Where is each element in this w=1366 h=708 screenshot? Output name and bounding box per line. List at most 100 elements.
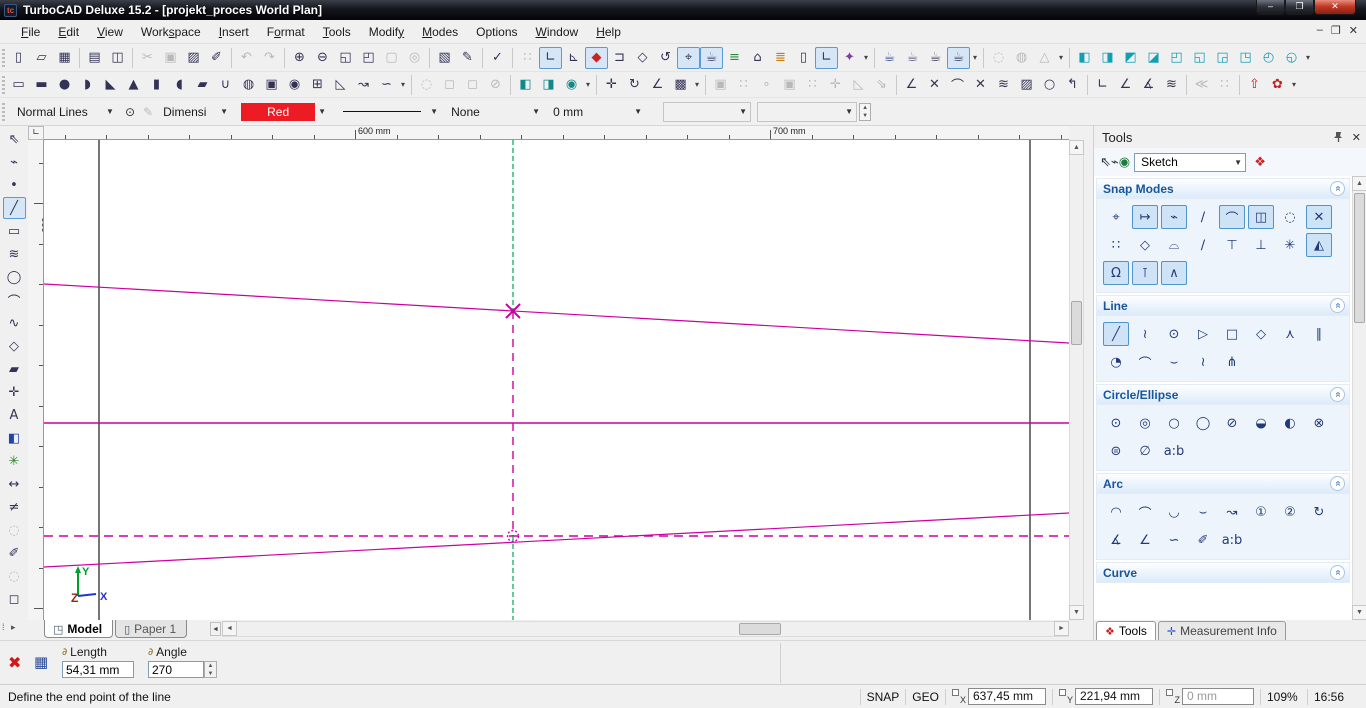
slab-3d-button[interactable]: ▰ xyxy=(191,74,214,96)
spell-check-button[interactable]: ✓ xyxy=(486,47,509,69)
sloped-line-lower[interactable] xyxy=(44,513,1069,567)
arc-tangent-point-button[interactable]: ∡ xyxy=(1103,528,1129,552)
horizontal-scroll-thumb[interactable] xyxy=(739,623,781,635)
arc-curve-button[interactable]: ∽ xyxy=(1161,528,1187,552)
geo-mode-indicator[interactable]: GEO xyxy=(912,690,939,704)
line-pattern-combo[interactable]: ▼ xyxy=(337,102,441,122)
color-combo[interactable]: Red ▼ xyxy=(241,102,329,122)
new-sheet-button[interactable]: ▯ xyxy=(792,47,815,69)
snap-middle-button[interactable]: ∕ xyxy=(1190,205,1216,229)
spiral-3d-button[interactable]: ∽ xyxy=(375,74,398,96)
view-iso-se-button[interactable]: ◴ xyxy=(1257,47,1280,69)
cylinder-3d-button[interactable]: ▮ xyxy=(145,74,168,96)
text-tool-button[interactable]: A xyxy=(3,404,26,426)
box-3d-button[interactable]: ▭ xyxy=(7,74,30,96)
menu-edit[interactable]: Edit xyxy=(49,22,88,42)
snap-center-button[interactable]: ◌ xyxy=(1277,205,1303,229)
world-axes-button[interactable]: ∟ xyxy=(815,47,838,69)
hatch-pattern-button[interactable]: ▩ xyxy=(669,74,692,96)
vertical-scroll-thumb[interactable] xyxy=(1071,301,1082,345)
circle-tangent-2-button[interactable]: ◒ xyxy=(1248,411,1274,435)
collapse-section-button[interactable]: « xyxy=(1330,565,1345,580)
toolbar-overflow-arrow[interactable]: ▾ xyxy=(692,80,702,89)
cylinder-cut-3d-button[interactable]: ◖ xyxy=(168,74,191,96)
scroll-down-arrow[interactable]: ▼ xyxy=(1069,605,1084,620)
arc-1-2-3-button[interactable]: ① xyxy=(1248,500,1274,524)
sloped-line-upper[interactable] xyxy=(44,284,1069,343)
solid-tool-button[interactable]: ▰ xyxy=(3,358,26,380)
materials-button[interactable]: ≣ xyxy=(769,47,792,69)
pin-icon[interactable] xyxy=(1333,131,1344,143)
snap-arc-center-button[interactable]: ⌒ xyxy=(1219,205,1245,229)
close-button[interactable]: ✕ xyxy=(1314,0,1356,15)
toolbar-overflow-arrow[interactable]: ▾ xyxy=(1056,53,1066,62)
arc-fixed-ratio-button[interactable]: a:b xyxy=(1219,528,1245,552)
zoom-extents-button[interactable]: ◰ xyxy=(357,47,380,69)
cylinder-hole-3d-button[interactable]: ◍ xyxy=(237,74,260,96)
multi-offset-button[interactable]: ≋ xyxy=(1160,74,1183,96)
toolbar-grip[interactable] xyxy=(2,103,5,121)
tab-paper-1[interactable]: ▯ Paper 1 xyxy=(115,620,187,638)
scroll-up-arrow[interactable]: ▲ xyxy=(1352,176,1366,191)
restore-button[interactable]: ❐ xyxy=(1285,0,1314,15)
arc-triple-point-button[interactable]: ⌣ xyxy=(1190,500,1216,524)
circle-tangent-line-button[interactable]: ⊘ xyxy=(1219,411,1245,435)
arc-double-point-button[interactable]: ◡ xyxy=(1161,500,1187,524)
chamfer-button[interactable]: ∠ xyxy=(1114,74,1137,96)
menu-format[interactable]: Format xyxy=(258,22,314,42)
snap-quadrant-button[interactable]: ◫ xyxy=(1248,205,1274,229)
toolbar-grip[interactable] xyxy=(2,49,5,67)
menu-help[interactable]: Help xyxy=(587,22,630,42)
snap-nearest-button[interactable]: ↦ xyxy=(1132,205,1158,229)
revolve-3d-button[interactable]: ∪ xyxy=(214,74,237,96)
circle-concentric-button[interactable]: ◎ xyxy=(1132,411,1158,435)
tab-scroll-left-button[interactable]: ◄ xyxy=(210,622,221,636)
tab-model[interactable]: ◳ Model xyxy=(44,620,113,638)
canvas-vertical-scrollbar[interactable]: ▲ ▼ xyxy=(1069,140,1084,620)
facets-button[interactable]: ⌂ xyxy=(746,47,769,69)
ellipse-rotated-button[interactable]: ∅ xyxy=(1132,439,1158,463)
print-button[interactable]: ▤ xyxy=(83,47,106,69)
zoom-in-button[interactable]: ⊕ xyxy=(288,47,311,69)
snap-vertex-button[interactable]: ⌁ xyxy=(1161,205,1187,229)
view-left-button[interactable]: ◩ xyxy=(1119,47,1142,69)
ucs-rotate-button[interactable]: ↻ xyxy=(623,74,646,96)
scroll-right-arrow[interactable]: ► xyxy=(1054,621,1069,636)
arc-convert-button[interactable]: ↻ xyxy=(1306,500,1332,524)
palette-scrollbar[interactable]: ▲ ▼ xyxy=(1352,176,1366,620)
ucs-icon-button[interactable]: ∟ xyxy=(539,47,562,69)
panel-fill-red-icon[interactable]: ❖ xyxy=(1250,155,1270,170)
line-width-combo[interactable]: 0 mm▼ xyxy=(549,102,645,122)
cleanup-tool-button[interactable]: ✐ xyxy=(3,542,26,564)
line-polygon-center-button[interactable]: ⊙ xyxy=(1161,322,1187,346)
rounded-box-3d-button[interactable]: ▬ xyxy=(30,74,53,96)
minimize-button[interactable]: – xyxy=(1256,0,1285,15)
menu-options[interactable]: Options xyxy=(467,22,526,42)
format-painter-button[interactable]: ✐ xyxy=(205,47,228,69)
menu-tools[interactable]: Tools xyxy=(314,22,360,42)
line-tangent-to-circle-button[interactable]: ◔ xyxy=(1103,350,1129,374)
view-right-button[interactable]: ◪ xyxy=(1142,47,1165,69)
symbol-palette-button[interactable]: ⊐ xyxy=(608,47,631,69)
curve-tool-button[interactable]: ∿ xyxy=(3,312,26,334)
tab-measurement-info[interactable]: ✛ Measurement Info xyxy=(1158,621,1286,640)
arc-tangent-2-button[interactable]: ∠ xyxy=(1132,528,1158,552)
triangular-wedge-3d-button[interactable]: ◺ xyxy=(329,74,352,96)
line-rotated-rectangle-button[interactable]: ◇ xyxy=(1248,322,1274,346)
t-meet-2-lines-button[interactable]: ✕ xyxy=(923,74,946,96)
menu-insert[interactable]: Insert xyxy=(210,22,258,42)
snap-aperture-button[interactable]: ◭ xyxy=(1306,233,1332,257)
scroll-down-arrow[interactable]: ▼ xyxy=(1352,605,1366,620)
line-sketch-button[interactable]: ⋔ xyxy=(1219,350,1245,374)
line-multiline-button[interactable]: ≀ xyxy=(1132,322,1158,346)
palette-scroll-thumb[interactable] xyxy=(1354,193,1365,323)
fillet-button[interactable]: ∟ xyxy=(1091,74,1114,96)
snap-extension-button[interactable]: ◇ xyxy=(1132,233,1158,257)
print-preview-button[interactable]: ◫ xyxy=(106,47,129,69)
scroll-left-arrow[interactable]: ◄ xyxy=(222,621,237,636)
line-multiline-2-button[interactable]: ≀ xyxy=(1190,350,1216,374)
chamfer-angle-button[interactable]: ∡ xyxy=(1137,74,1160,96)
line-polygon-button[interactable]: ▷ xyxy=(1190,322,1216,346)
length-input[interactable] xyxy=(62,661,134,678)
snap-tangent-button[interactable]: ∕ xyxy=(1190,233,1216,257)
